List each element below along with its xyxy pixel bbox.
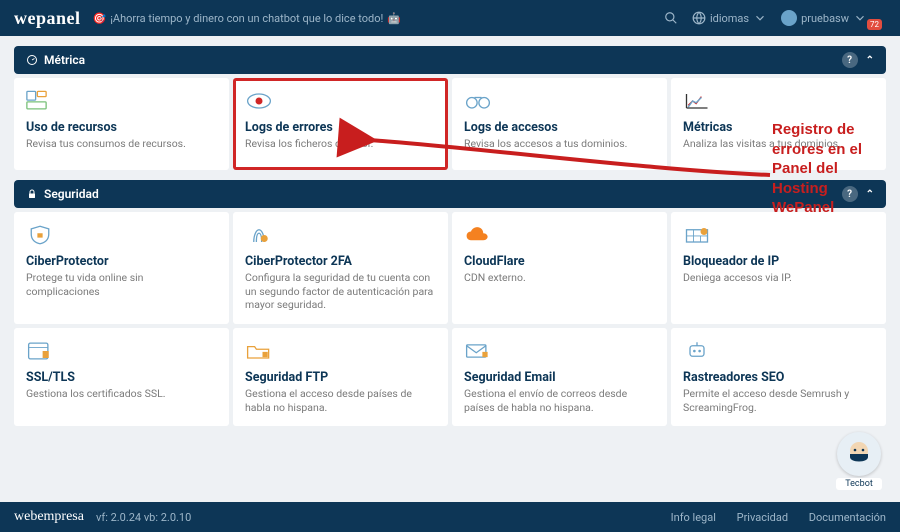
chevron-up-icon: ⌃ — [866, 55, 874, 66]
card-ftp-security[interactable]: Seguridad FTP Gestiona el acceso desde p… — [233, 328, 448, 426]
card-desc: Permite el acceso desde Semrush y Scream… — [683, 387, 874, 414]
section-title: Seguridad — [44, 187, 842, 201]
main-area: Métrica ? ⌃ Uso de recursos Revisa tus c… — [0, 36, 900, 502]
language-selector[interactable]: idiomas — [692, 11, 767, 25]
card-cloudflare[interactable]: CloudFlare CDN externo. — [452, 212, 667, 324]
card-ip-blocker[interactable]: Bloqueador de IP Deniega accesos via IP. — [671, 212, 886, 324]
chevron-down-icon — [853, 11, 867, 25]
card-title: Uso de recursos — [26, 120, 217, 135]
tecbot-widget[interactable]: Tecbot — [836, 432, 882, 490]
fingerprint-icon — [245, 222, 436, 248]
card-desc: Deniega accesos via IP. — [683, 271, 874, 285]
card-desc: Revisa tus consumos de recursos. — [26, 137, 217, 151]
tecbot-label: Tecbot — [836, 478, 882, 490]
card-access-logs[interactable]: Logs de accesos Revisa los accesos a tus… — [452, 78, 667, 170]
annotation-label: Registro de errores en el Panel del Host… — [772, 120, 882, 218]
card-seo-crawlers[interactable]: Rastreadores SEO Permite el acceso desde… — [671, 328, 886, 426]
card-title: Logs de accesos — [464, 120, 655, 135]
card-ciberprotector-2fa[interactable]: CiberProtector 2FA Configura la segurida… — [233, 212, 448, 324]
browser-lock-icon — [26, 338, 217, 364]
card-title: Seguridad FTP — [245, 370, 436, 385]
globe-icon — [692, 11, 706, 25]
dashboard-icon — [26, 54, 38, 66]
footer-links: Info legal Privacidad Documentación — [653, 511, 886, 524]
lock-icon — [26, 188, 38, 200]
card-title: CloudFlare — [464, 254, 655, 269]
footer-version: vf: 2.0.24 vb: 2.0.10 — [96, 511, 191, 524]
target-icon: 🎯 — [93, 12, 107, 25]
card-title: SSL/TLS — [26, 370, 217, 385]
card-title: Rastreadores SEO — [683, 370, 874, 385]
logo: wepanel — [14, 8, 81, 29]
chevron-down-icon — [753, 11, 767, 25]
card-error-logs[interactable]: Logs de errores Revisa los ficheros de e… — [233, 78, 448, 170]
card-desc: Protege tu vida online sin complicacione… — [26, 271, 217, 298]
link-privacy[interactable]: Privacidad — [737, 511, 788, 524]
robot-icon — [683, 338, 874, 364]
section-metric: Métrica ? ⌃ Uso de recursos Revisa tus c… — [14, 46, 886, 174]
mail-lock-icon — [464, 338, 655, 364]
card-desc: Revisa los accesos a tus dominios. — [464, 137, 655, 151]
card-desc: Gestiona los certificados SSL. — [26, 387, 217, 401]
link-legal[interactable]: Info legal — [671, 511, 716, 524]
card-title: CiberProtector — [26, 254, 217, 269]
card-title: CiberProtector 2FA — [245, 254, 436, 269]
card-desc: Gestiona el acceso desde países de habla… — [245, 387, 436, 414]
footer-brand: webempresa — [14, 509, 84, 525]
search-button[interactable] — [664, 11, 678, 25]
section-title: Métrica — [44, 53, 842, 67]
card-title: Seguridad Email — [464, 370, 655, 385]
card-resource-usage[interactable]: Uso de recursos Revisa tus consumos de r… — [14, 78, 229, 170]
firewall-icon — [683, 222, 874, 248]
card-desc: Configura la seguridad de tu cuenta con … — [245, 271, 436, 312]
app-footer: webempresa vf: 2.0.24 vb: 2.0.10 Info le… — [0, 502, 900, 532]
eye-icon — [245, 88, 436, 114]
app-header: wepanel 🎯 ¡Ahorra tiempo y dinero con un… — [0, 0, 900, 36]
card-desc: Revisa los ficheros de error. — [245, 137, 436, 151]
card-title: Logs de errores — [245, 120, 436, 135]
binoculars-icon — [464, 88, 655, 114]
section-header-metric[interactable]: Métrica ? ⌃ — [14, 46, 886, 74]
language-label: idiomas — [710, 12, 749, 25]
search-icon — [664, 11, 678, 25]
resource-icon — [26, 88, 217, 114]
cloud-icon — [464, 222, 655, 248]
promo-text: 🎯 ¡Ahorra tiempo y dinero con un chatbot… — [93, 12, 402, 25]
card-desc: CDN externo. — [464, 271, 655, 285]
section-header-security[interactable]: Seguridad ? ⌃ — [14, 180, 886, 208]
card-ssl-tls[interactable]: SSL/TLS Gestiona los certificados SSL. — [14, 328, 229, 426]
tecbot-avatar — [837, 432, 881, 476]
link-docs[interactable]: Documentación — [809, 511, 886, 524]
card-email-security[interactable]: Seguridad Email Gestiona el envío de cor… — [452, 328, 667, 426]
notification-badge: 72 — [867, 19, 882, 30]
card-ciberprotector[interactable]: CiberProtector Protege tu vida online si… — [14, 212, 229, 324]
card-desc: Gestiona el envío de correos desde paíse… — [464, 387, 655, 414]
robot-icon: 🤖 — [387, 12, 401, 25]
user-label: pruebasw — [801, 12, 849, 25]
folder-lock-icon — [245, 338, 436, 364]
user-menu[interactable]: pruebasw 72 — [781, 10, 886, 26]
chart-icon — [683, 88, 874, 114]
card-title: Bloqueador de IP — [683, 254, 874, 269]
help-button[interactable]: ? — [842, 52, 858, 68]
avatar — [781, 10, 797, 26]
shield-lock-icon — [26, 222, 217, 248]
section-security: Seguridad ? ⌃ CiberProtector Protege tu … — [14, 180, 886, 430]
